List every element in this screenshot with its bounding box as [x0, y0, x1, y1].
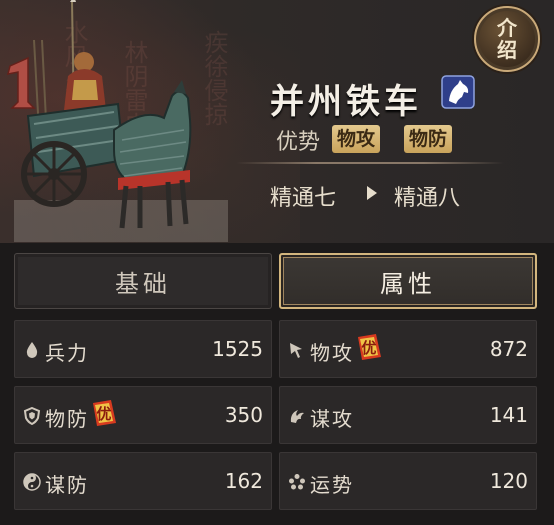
unit-header: 水风火山 林阴雷电 疾徐侵掠 [0, 0, 554, 243]
stat-label: 兵力 [45, 341, 89, 365]
shield-icon [23, 407, 41, 425]
mastery-next: 精通八 [394, 186, 461, 211]
stat-label: 谋攻 [310, 407, 354, 431]
stat-value: 872 [489, 337, 528, 361]
stat-value: 120 [489, 469, 528, 493]
stat-card-fortune: 运势 120 [279, 452, 537, 510]
stat-card-troops: 兵力 1525 [14, 320, 272, 378]
intro-button-label: 介绍 [497, 16, 517, 62]
stat-label: 运势 [310, 473, 354, 497]
stat-value: 350 [224, 403, 263, 427]
swirl-icon [290, 410, 304, 423]
tab-basic-label: 基础 [115, 269, 171, 298]
unit-name: 并州铁车 [270, 82, 422, 122]
horse-head-icon [441, 75, 475, 109]
stat-card-physical-attack: 物攻 优 872 [279, 320, 537, 378]
tab-attributes[interactable]: 属性 [279, 253, 537, 309]
advantage-badge-text: 优 [361, 339, 376, 357]
yin-yang-icon [23, 473, 41, 491]
stat-card-physical-defense: 物防 优 350 [14, 386, 272, 444]
stat-value: 1525 [212, 337, 263, 361]
advantage-badge-text: 优 [96, 405, 111, 423]
stat-card-strategy-defense: 谋防 162 [14, 452, 272, 510]
advantage-badge: 优 [93, 400, 116, 426]
stat-value: 162 [224, 469, 263, 493]
blood-drop-icon [26, 342, 38, 358]
dots-icon [289, 474, 305, 490]
advantage-badge: 优 [358, 334, 381, 360]
stat-label: 物攻 [310, 341, 354, 365]
advantage-tag: 物防 [404, 125, 453, 153]
stat-card-strategy-attack: 谋攻 141 [279, 386, 537, 444]
unit-artwork [14, 0, 228, 242]
advantage-label: 优势 [276, 130, 321, 155]
mastery-current: 精通七 [270, 186, 337, 211]
stat-label: 谋防 [45, 473, 89, 497]
sword-cursor-icon [290, 343, 302, 358]
stat-value: 141 [489, 403, 528, 427]
intro-button[interactable]: 介绍 [474, 6, 540, 72]
advantage-tag: 物攻 [332, 125, 381, 153]
header-divider [236, 162, 504, 164]
arrow-right-icon [367, 186, 377, 200]
stat-label: 物防 [45, 407, 89, 431]
tab-attributes-label: 属性 [380, 269, 436, 298]
tab-basic[interactable]: 基础 [14, 253, 272, 309]
